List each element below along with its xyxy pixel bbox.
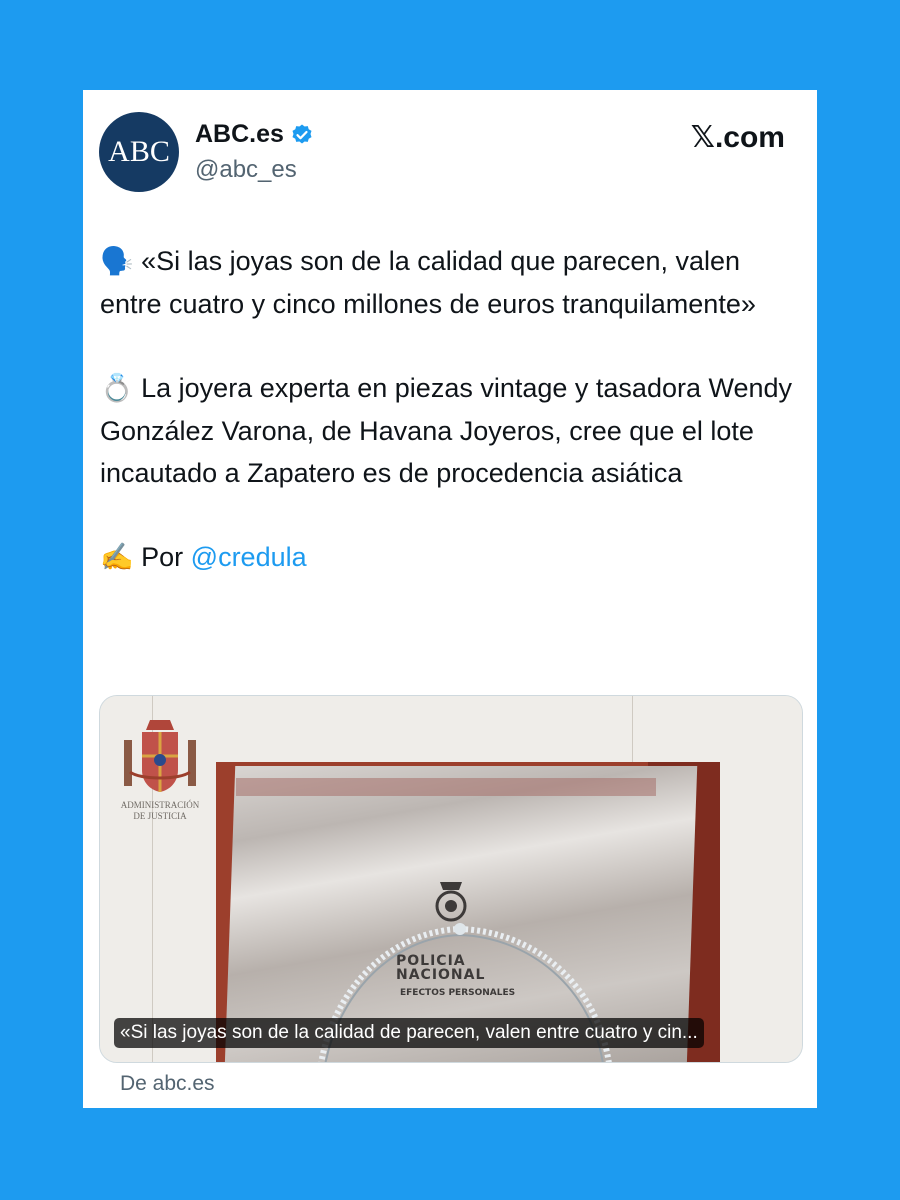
post-card: ABC ABC.es @abc_es 𝕏.com 🗣️ «Si las joya… [83,90,817,1108]
avatar[interactable]: ABC [99,112,179,192]
account-name-row: ABC.es [195,120,314,149]
account-name[interactable]: ABC.es [195,120,284,149]
coat-of-arms-icon [124,720,196,792]
post-paragraph-author: ✍️ Por @credula [100,536,800,579]
verified-badge-icon [292,124,312,143]
description-text: La joyera experta en piezas vintage y ta… [100,373,793,488]
link-preview-card[interactable]: Administración de Justicia POLICIA NACIO… [99,695,803,1063]
speaking-head-icon: 🗣️ [100,246,134,277]
account-handle[interactable]: @abc_es [195,156,297,184]
document-photo: Administración de Justicia POLICIA NACIO… [100,696,802,1062]
x-logo: 𝕏.com [690,121,785,154]
post-paragraph-description: 💍 La joyera experta en piezas vintage y … [100,367,800,494]
evidence-bag-seal [236,778,656,796]
author-mention-link[interactable]: @credula [191,542,307,572]
post-text: 🗣️ «Si las joyas son de la calidad que p… [100,240,800,579]
document-header: Administración de Justicia [120,800,200,821]
post-paragraph-quote: 🗣️ «Si las joyas son de la calidad que p… [100,240,800,325]
link-source[interactable]: De abc.es [120,1072,215,1096]
writing-hand-icon: ✍️ [100,542,134,573]
quote-text: «Si las joyas son de la calidad que pare… [100,246,756,319]
avatar-text: ABC [108,135,170,168]
author-prefix: Por [133,542,191,572]
page-background: { "account": { "name": "ABC.es", "handle… [0,0,900,1200]
link-preview-caption: «Si las joyas son de la calidad de parec… [114,1018,704,1048]
ring-icon: 💍 [100,373,134,404]
